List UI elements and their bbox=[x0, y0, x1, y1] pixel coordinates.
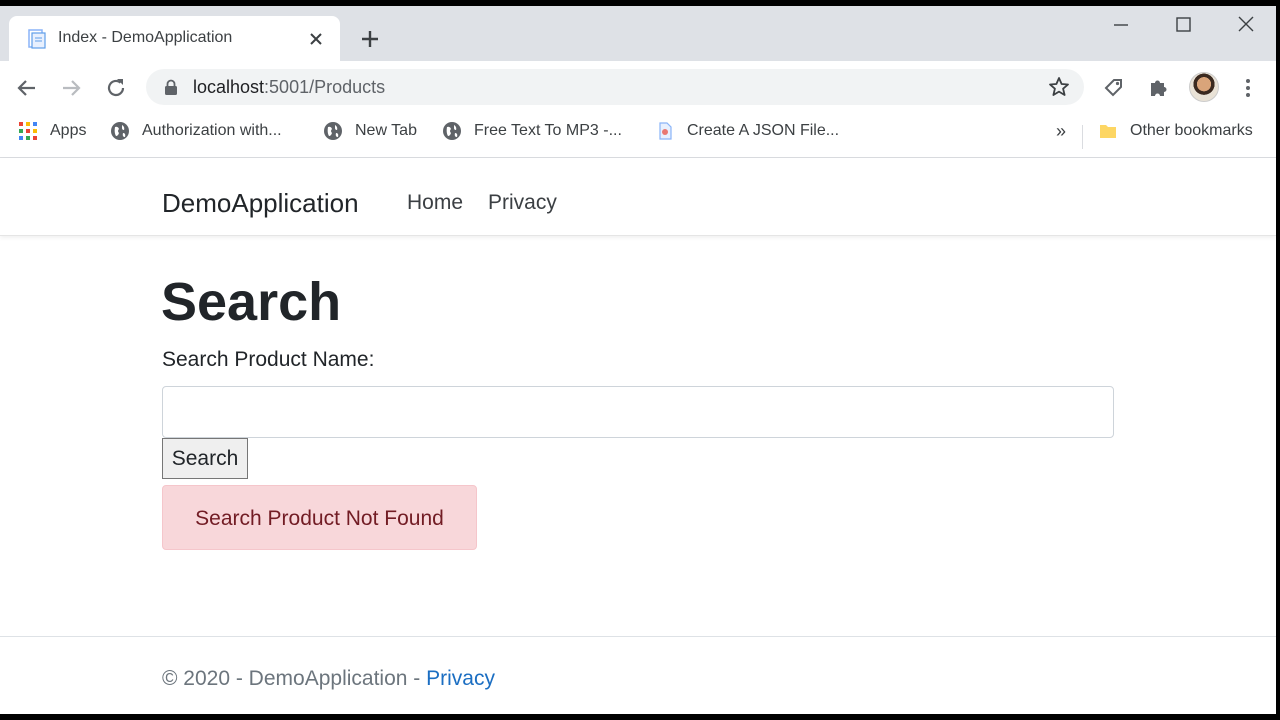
url-port-path: :5001/Products bbox=[264, 77, 386, 97]
folder-icon bbox=[1100, 125, 1116, 138]
web-page: DemoApplication Home Privacy Search Sear… bbox=[0, 158, 1276, 714]
globe-icon bbox=[443, 122, 461, 140]
bookmark-free-text-to-mp3[interactable]: Free Text To MP3 -... bbox=[442, 113, 622, 149]
tab-strip: Index - DemoApplication bbox=[0, 6, 1276, 61]
extensions-puzzle-icon[interactable] bbox=[1146, 75, 1172, 101]
bookmark-label: Create A JSON File... bbox=[687, 122, 840, 139]
profile-avatar[interactable] bbox=[1189, 72, 1219, 102]
footer-copyright-text: © 2020 - DemoApplication - bbox=[162, 667, 427, 690]
bookmark-authorization[interactable]: Authorization with... bbox=[110, 113, 282, 149]
tab-active[interactable]: Index - DemoApplication bbox=[9, 16, 340, 61]
apps-grid-icon bbox=[19, 122, 37, 140]
forward-arrow-icon[interactable] bbox=[58, 75, 84, 101]
site-navbar: DemoApplication Home Privacy bbox=[0, 158, 1276, 236]
bookmark-new-tab[interactable]: New Tab bbox=[323, 113, 417, 149]
bookmark-label: Authorization with... bbox=[142, 122, 282, 139]
maximize-window-icon[interactable] bbox=[1166, 12, 1200, 38]
bookmarks-divider bbox=[1082, 125, 1083, 149]
browser-window: Index - DemoApplication localhost:5001/P… bbox=[0, 6, 1276, 714]
search-button[interactable]: Search bbox=[162, 438, 248, 479]
back-arrow-icon[interactable] bbox=[14, 75, 40, 101]
reload-icon[interactable] bbox=[103, 75, 129, 101]
page-icon bbox=[659, 122, 672, 140]
search-product-label: Search Product Name: bbox=[162, 348, 375, 371]
footer-privacy-link[interactable]: Privacy bbox=[426, 667, 495, 690]
nav-link-privacy[interactable]: Privacy bbox=[488, 191, 557, 215]
footer-copyright: © 2020 - DemoApplication - Privacy bbox=[162, 667, 495, 691]
document-favicon-icon bbox=[28, 29, 46, 49]
lock-icon[interactable] bbox=[163, 79, 179, 95]
tab-title: Index - DemoApplication bbox=[58, 29, 233, 46]
browser-toolbar: localhost:5001/Products bbox=[0, 61, 1276, 113]
site-brand-link[interactable]: DemoApplication bbox=[162, 188, 359, 218]
new-tab-plus-icon[interactable] bbox=[356, 25, 384, 53]
search-product-input[interactable] bbox=[162, 386, 1114, 438]
url-text[interactable]: localhost:5001/Products bbox=[193, 77, 385, 97]
not-found-alert: Search Product Not Found bbox=[162, 485, 477, 550]
close-window-icon[interactable] bbox=[1229, 12, 1263, 38]
bookmark-label: New Tab bbox=[355, 122, 417, 139]
close-tab-icon[interactable] bbox=[306, 29, 326, 49]
url-host: localhost bbox=[193, 77, 265, 97]
bookmark-label: Apps bbox=[50, 122, 87, 139]
bookmark-label: Free Text To MP3 -... bbox=[474, 122, 622, 139]
globe-icon bbox=[111, 122, 129, 140]
bookmarks-overflow-button[interactable]: » bbox=[1056, 121, 1066, 142]
bookmarks-bar: Apps Authorization with... New Tab Free … bbox=[0, 113, 1276, 158]
nav-link-home[interactable]: Home bbox=[407, 191, 463, 215]
tag-extension-icon[interactable] bbox=[1101, 75, 1127, 101]
minimize-window-icon[interactable] bbox=[1104, 12, 1138, 38]
bookmark-star-icon[interactable] bbox=[1047, 75, 1071, 99]
more-menu-icon[interactable] bbox=[1235, 75, 1261, 101]
site-footer: © 2020 - DemoApplication - Privacy bbox=[0, 636, 1276, 714]
globe-icon bbox=[324, 122, 342, 140]
other-bookmarks-folder[interactable]: Other bookmarks bbox=[1098, 113, 1253, 149]
bookmark-create-json-file[interactable]: Create A JSON File... bbox=[655, 113, 839, 149]
other-bookmarks-label: Other bookmarks bbox=[1130, 122, 1253, 139]
bookmark-apps[interactable]: Apps bbox=[18, 113, 86, 149]
address-bar[interactable]: localhost:5001/Products bbox=[146, 69, 1084, 105]
page-title: Search bbox=[161, 272, 342, 332]
